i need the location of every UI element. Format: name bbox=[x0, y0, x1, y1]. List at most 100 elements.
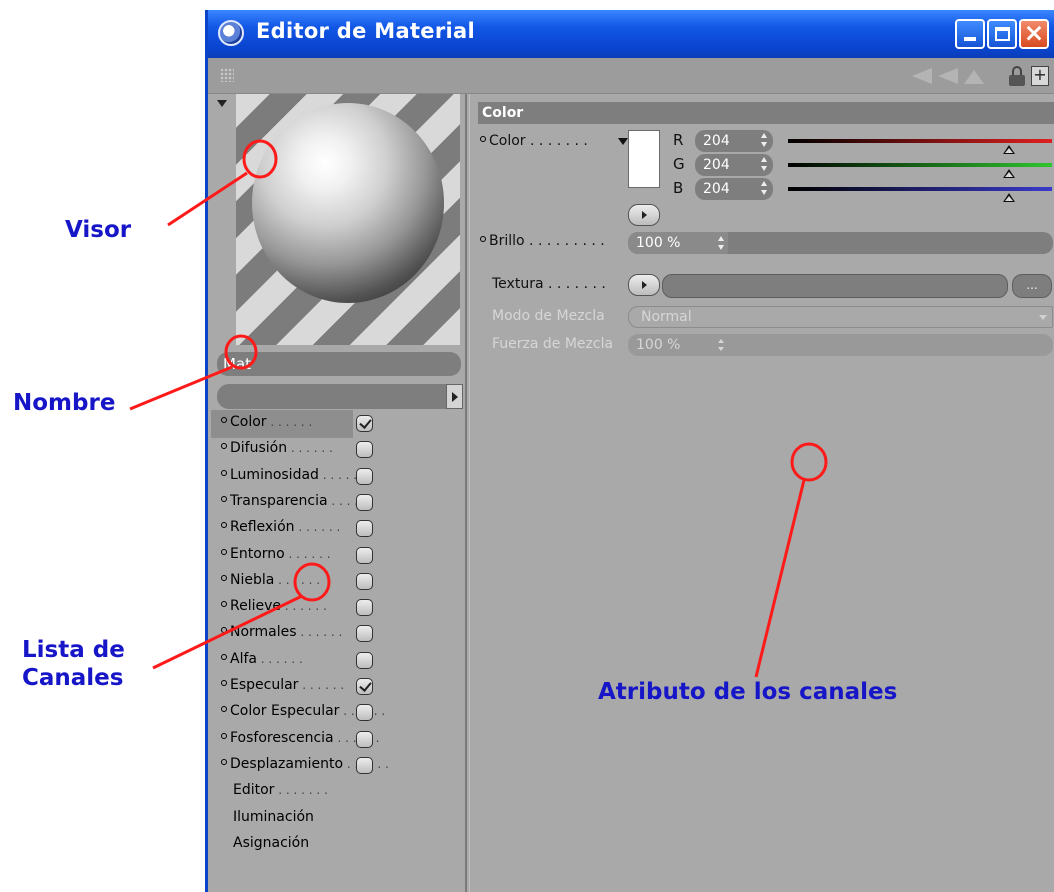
material-preview[interactable] bbox=[236, 94, 460, 345]
channel-extra-label: Iluminación bbox=[233, 808, 314, 825]
channel-checkbox[interactable] bbox=[356, 678, 373, 695]
value-text: 204 bbox=[703, 133, 730, 149]
channel-letter-r: R bbox=[673, 131, 684, 149]
channel-extra-label: Editor . . . . . . . bbox=[233, 782, 328, 799]
value-text: 204 bbox=[703, 181, 730, 197]
preview-sphere bbox=[252, 103, 444, 303]
texture-more-button[interactable]: ... bbox=[1012, 274, 1052, 298]
app-icon bbox=[218, 20, 244, 46]
channel-label: Relieve . . . . . . bbox=[221, 598, 327, 614]
channel-extra-item[interactable]: Editor . . . . . . . bbox=[211, 778, 389, 806]
channel-checkbox[interactable] bbox=[356, 730, 373, 748]
slider-g[interactable] bbox=[788, 163, 1052, 178]
color-label: Color . . . . . . . bbox=[480, 133, 588, 149]
channel-label: Niebla . . . . . . bbox=[221, 572, 320, 588]
blend-mode-select[interactable]: Normal bbox=[628, 306, 1053, 328]
channel-selector-bar[interactable] bbox=[217, 384, 463, 409]
maximize-icon bbox=[995, 27, 1010, 41]
texture-field[interactable] bbox=[662, 274, 1008, 298]
brightness-value: 100 % bbox=[636, 235, 681, 251]
channel-label: Difusión . . . . . . bbox=[221, 440, 333, 456]
channel-label: Alfa . . . . . . bbox=[221, 651, 303, 667]
channel-extra-item[interactable]: Asignación bbox=[211, 831, 389, 859]
value-field-r[interactable]: 204 bbox=[695, 130, 773, 152]
channel-checkbox[interactable] bbox=[356, 493, 373, 511]
maximize-button[interactable] bbox=[987, 19, 1017, 49]
value-field-b[interactable]: 204 bbox=[695, 178, 773, 200]
title-bar[interactable]: Editor de Material × bbox=[208, 10, 1054, 58]
color-swatch[interactable] bbox=[628, 130, 660, 188]
channel-label: Reflexión . . . . . . bbox=[221, 519, 340, 535]
lock-icon[interactable] bbox=[1009, 66, 1025, 86]
slider-r[interactable] bbox=[788, 139, 1052, 154]
slider-b[interactable] bbox=[788, 187, 1052, 202]
channel-item[interactable]: Fosforescencia . . . . . . bbox=[211, 726, 389, 754]
channel-checkbox[interactable] bbox=[356, 704, 373, 722]
slider-thumb-icon[interactable] bbox=[1003, 145, 1016, 154]
brightness-spinner-icon[interactable] bbox=[718, 236, 724, 250]
channel-checkbox[interactable] bbox=[356, 756, 373, 774]
channel-item[interactable]: Reflexión . . . . . . bbox=[211, 515, 389, 543]
channel-item[interactable]: Normales . . . . . . bbox=[211, 620, 389, 648]
blend-strength-label: Fuerza de Mezcla bbox=[492, 336, 614, 352]
channel-item[interactable]: Color Especular . . . . . . bbox=[211, 699, 389, 727]
channel-label: Entorno . . . . . . bbox=[221, 546, 331, 562]
close-icon: × bbox=[1023, 18, 1045, 47]
brightness-label: Brillo . . . . . . . . . bbox=[480, 233, 605, 249]
blend-strength-spinner-icon[interactable] bbox=[718, 339, 724, 351]
channel-checkbox[interactable] bbox=[356, 651, 373, 669]
blend-mode-value: Normal bbox=[641, 309, 692, 325]
channel-checkbox[interactable] bbox=[356, 415, 373, 432]
channel-item[interactable]: Alfa . . . . . . bbox=[211, 647, 389, 675]
chevron-down-icon bbox=[1039, 315, 1047, 320]
annotation-visor: Visor bbox=[65, 217, 132, 243]
close-button[interactable]: × bbox=[1019, 18, 1049, 49]
left-panel: Mat Color . . . . . . Difusión . . . . . … bbox=[208, 94, 467, 892]
channel-item[interactable]: Difusión . . . . . . bbox=[211, 436, 389, 464]
channel-label: Color . . . . . . bbox=[221, 414, 312, 430]
blend-strength-field[interactable]: 100 % bbox=[628, 334, 1053, 356]
channel-checkbox[interactable] bbox=[356, 441, 373, 459]
attributes-panel: Color Color . . . . . . . R 204 G 204 B 204 B… bbox=[469, 94, 1054, 892]
blend-strength-value: 100 % bbox=[636, 337, 681, 353]
slider-thumb-icon[interactable] bbox=[1003, 193, 1016, 202]
grip-icon[interactable] bbox=[220, 68, 234, 82]
spinner-icon[interactable] bbox=[761, 181, 767, 195]
spinner-icon[interactable] bbox=[761, 157, 767, 171]
channel-checkbox[interactable] bbox=[356, 520, 373, 538]
spinner-icon[interactable] bbox=[761, 133, 767, 147]
channel-extra-item[interactable]: Iluminación bbox=[211, 805, 389, 833]
channel-label: Especular . . . . . . bbox=[221, 677, 344, 693]
channel-item[interactable]: Entorno . . . . . . bbox=[211, 542, 389, 570]
annotation-canales: Canales bbox=[22, 665, 124, 691]
channel-item[interactable]: Transparencia . . . . . . bbox=[211, 489, 389, 517]
value-field-g[interactable]: 204 bbox=[695, 154, 773, 176]
channel-letter-b: B bbox=[673, 179, 684, 197]
channel-checkbox[interactable] bbox=[356, 572, 373, 590]
channel-label: Transparencia . . . . . . bbox=[221, 493, 373, 509]
preview-menu-arrow[interactable] bbox=[217, 100, 227, 107]
channel-item[interactable]: Niebla . . . . . . bbox=[211, 568, 389, 596]
slider-thumb-icon[interactable] bbox=[1003, 169, 1016, 178]
channel-item[interactable]: Color . . . . . . bbox=[211, 410, 373, 438]
nav-arrows-icon[interactable] bbox=[908, 66, 988, 86]
window-title: Editor de Material bbox=[256, 19, 475, 43]
chevron-right-icon[interactable] bbox=[446, 384, 463, 409]
channel-checkbox[interactable] bbox=[356, 467, 373, 485]
channel-extra-label: Asignación bbox=[233, 834, 310, 851]
channel-checkbox[interactable] bbox=[356, 546, 373, 564]
toolbar: + bbox=[208, 58, 1054, 94]
color-menu-arrow[interactable] bbox=[618, 138, 628, 145]
channel-item[interactable]: Relieve . . . . . . bbox=[211, 594, 389, 622]
color-picker-button[interactable] bbox=[628, 204, 660, 226]
channel-checkbox[interactable] bbox=[356, 599, 373, 617]
material-name-field[interactable]: Mat bbox=[217, 352, 461, 376]
channel-item[interactable]: Desplazamiento . . . . . . bbox=[211, 752, 389, 780]
new-window-icon[interactable]: + bbox=[1031, 66, 1049, 86]
brightness-field[interactable]: 100 % bbox=[628, 232, 1053, 254]
minimize-button[interactable] bbox=[955, 19, 985, 49]
channel-checkbox[interactable] bbox=[356, 625, 373, 643]
channel-item[interactable]: Especular . . . . . . bbox=[211, 673, 389, 701]
texture-load-button[interactable] bbox=[628, 274, 660, 296]
channel-item[interactable]: Luminosidad . . . . . . bbox=[211, 463, 389, 491]
